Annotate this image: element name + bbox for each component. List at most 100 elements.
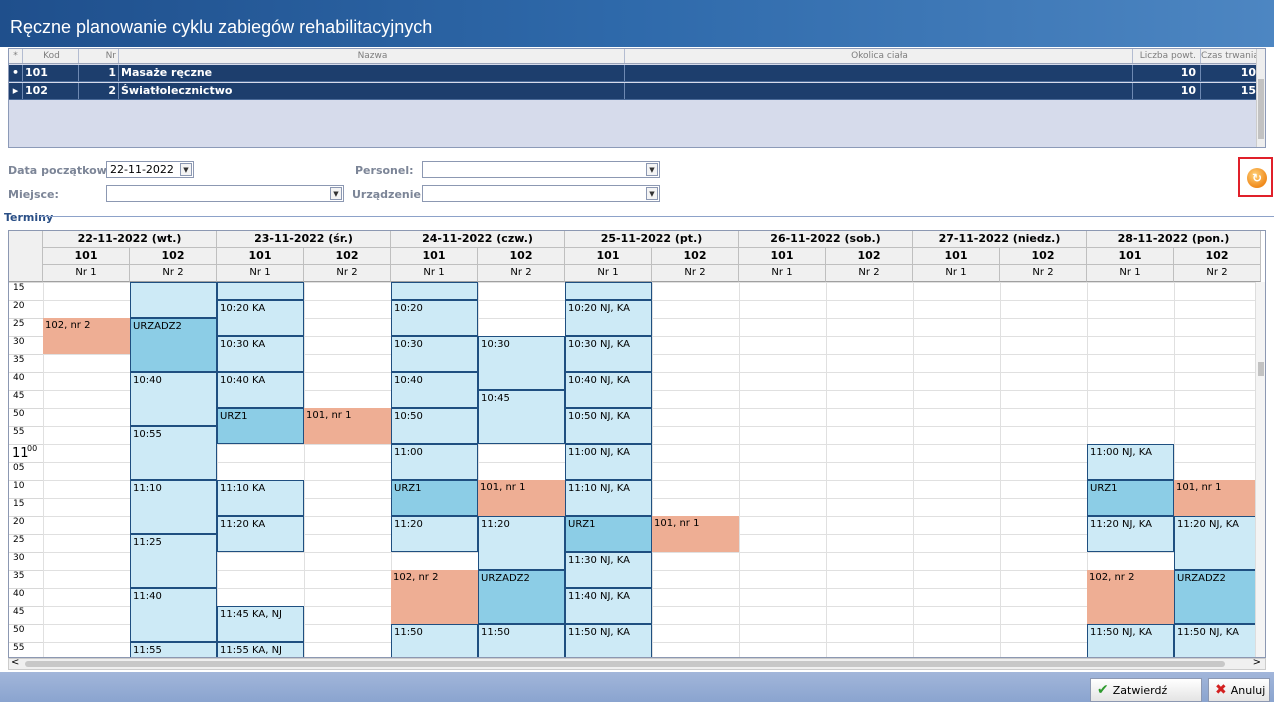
appointment-slot[interactable]: URZADZ2 bbox=[1174, 570, 1261, 624]
appointment-slot[interactable]: 10:30 bbox=[478, 336, 565, 390]
chevron-left-icon[interactable]: < bbox=[11, 657, 19, 668]
appointment-slot[interactable]: URZ1 bbox=[1087, 480, 1174, 516]
appointment-slot[interactable]: URZADZ2 bbox=[478, 570, 565, 624]
appointment-slot[interactable]: 11:50 NJ, KA bbox=[565, 624, 652, 657]
chevron-down-icon[interactable]: ▼ bbox=[646, 163, 658, 176]
appointment-slot[interactable]: 11:20 bbox=[391, 516, 478, 552]
time-label: 20 bbox=[9, 516, 43, 534]
appointment-slot[interactable] bbox=[217, 282, 304, 300]
calendar-horizontal-scrollbar[interactable]: < > bbox=[8, 657, 1266, 670]
appointment-slot[interactable]: URZ1 bbox=[565, 516, 652, 552]
appointment-slot[interactable]: 10:30 KA bbox=[217, 336, 304, 372]
col-header-kod[interactable]: Kod bbox=[23, 49, 79, 63]
col-header-okolica[interactable]: Okolica ciała bbox=[625, 49, 1133, 63]
day-header[interactable]: 25-11-2022 (pt.) bbox=[565, 231, 739, 248]
appointment-slot[interactable]: 10:40 KA bbox=[217, 372, 304, 408]
appointment-slot[interactable]: 11:00 bbox=[391, 444, 478, 480]
appointment-slot[interactable]: 10:20 bbox=[391, 300, 478, 336]
appointment-slot[interactable]: 11:30 NJ, KA bbox=[565, 552, 652, 588]
refresh-icon[interactable]: ↻ bbox=[1247, 168, 1267, 188]
day-header[interactable]: 23-11-2022 (śr.) bbox=[217, 231, 391, 248]
appointment-slot[interactable]: 11:50 bbox=[478, 624, 565, 657]
day-header[interactable]: 28-11-2022 (pon.) bbox=[1087, 231, 1261, 248]
appointment-slot[interactable]: 11:10 KA bbox=[217, 480, 304, 516]
appointment-slot[interactable]: 102, nr 2 bbox=[391, 570, 478, 624]
appointment-slot[interactable]: 11:10 bbox=[130, 480, 217, 534]
appointment-slot[interactable]: URZADZ2 bbox=[130, 318, 217, 372]
appointment-slot[interactable]: 11:00 NJ, KA bbox=[1087, 444, 1174, 480]
column-header-code: 101 bbox=[1087, 248, 1174, 265]
appointment-slot[interactable]: 11:40 bbox=[130, 588, 217, 642]
chevron-down-icon[interactable]: ▼ bbox=[646, 187, 658, 200]
appointment-slot[interactable]: 11:55 KA, NJ bbox=[217, 642, 304, 657]
urzadzenie-select[interactable]: ▼ bbox=[422, 185, 660, 202]
appointment-slot[interactable]: 10:30 bbox=[391, 336, 478, 372]
appointment-slot[interactable]: 10:30 NJ, KA bbox=[565, 336, 652, 372]
appointment-slot[interactable] bbox=[565, 282, 652, 300]
appointment-slot[interactable]: 11:20 NJ, KA bbox=[1174, 516, 1261, 570]
procedures-table[interactable]: * Kod Nr Nazwa Okolica ciała Liczba powt… bbox=[8, 48, 1266, 148]
calendar-vertical-scrollbar[interactable] bbox=[1255, 282, 1265, 657]
appointment-slot[interactable]: 11:50 NJ, KA bbox=[1174, 624, 1261, 657]
day-header[interactable]: 24-11-2022 (czw.) bbox=[391, 231, 565, 248]
table-vertical-scrollbar[interactable] bbox=[1256, 49, 1265, 147]
appointment-slot[interactable]: 11:25 bbox=[130, 534, 217, 588]
column-header-nr: Nr 1 bbox=[739, 265, 826, 282]
appointment-slot[interactable]: 11:50 bbox=[391, 624, 478, 657]
time-label: 50 bbox=[9, 624, 43, 642]
time-label: 40 bbox=[9, 372, 43, 390]
table-row[interactable]: ▸ 102 2 Światłolecznictwo 10 15 bbox=[9, 83, 1265, 100]
appointment-slot[interactable]: 10:50 NJ, KA bbox=[565, 408, 652, 444]
appointment-slot[interactable]: 10:40 bbox=[391, 372, 478, 408]
minute-label: 25 bbox=[13, 319, 25, 329]
day-header[interactable]: 22-11-2022 (wt.) bbox=[43, 231, 217, 248]
appointment-slot[interactable]: 10:20 NJ, KA bbox=[565, 300, 652, 336]
chevron-down-icon[interactable]: ▼ bbox=[180, 163, 192, 176]
appointment-slot[interactable]: URZ1 bbox=[217, 408, 304, 444]
appointment-slot[interactable]: 11:00 NJ, KA bbox=[565, 444, 652, 480]
col-header-nazwa[interactable]: Nazwa bbox=[119, 49, 625, 63]
col-header-czas[interactable]: Czas trwania bbox=[1201, 49, 1259, 63]
cancel-button[interactable]: ✖ Anuluj bbox=[1208, 678, 1270, 702]
appointment-slot[interactable]: 102, nr 2 bbox=[43, 318, 130, 354]
appointment-slot[interactable]: 11:45 KA, NJ bbox=[217, 606, 304, 642]
appointment-slot[interactable]: 10:45 bbox=[478, 390, 565, 444]
appointment-slot[interactable]: 11:40 NJ, KA bbox=[565, 588, 652, 624]
appointment-slot[interactable]: 10:50 bbox=[391, 408, 478, 444]
appointment-slot[interactable]: 10:40 NJ, KA bbox=[565, 372, 652, 408]
miejsce-select[interactable]: ▼ bbox=[106, 185, 344, 202]
appointment-slot[interactable]: 11:20 NJ, KA bbox=[1087, 516, 1174, 552]
col-header-liczba[interactable]: Liczba powt. bbox=[1133, 49, 1201, 63]
day-header[interactable]: 27-11-2022 (niedz.) bbox=[913, 231, 1087, 248]
appointment-slot[interactable]: 11:50 NJ, KA bbox=[1087, 624, 1174, 657]
appointment-slot[interactable]: 101, nr 1 bbox=[478, 480, 565, 516]
grid-column-line bbox=[913, 282, 914, 657]
table-row[interactable]: • 101 1 Masaże ręczne 10 10 bbox=[9, 65, 1265, 82]
time-label: 30 bbox=[9, 336, 43, 354]
col-header-nr[interactable]: Nr bbox=[79, 49, 119, 63]
appointment-slot[interactable]: 101, nr 1 bbox=[652, 516, 739, 552]
chevron-right-icon[interactable]: > bbox=[1253, 657, 1261, 668]
confirm-button[interactable]: ✔ Zatwierdź bbox=[1090, 678, 1202, 702]
appointment-slot[interactable] bbox=[391, 282, 478, 300]
appointment-slot[interactable]: 11:20 KA bbox=[217, 516, 304, 552]
appointment-slot[interactable]: 10:40 bbox=[130, 372, 217, 426]
personel-select[interactable]: ▼ bbox=[422, 161, 660, 178]
day-header[interactable]: 26-11-2022 (sob.) bbox=[739, 231, 913, 248]
appointment-slot[interactable]: URZ1 bbox=[391, 480, 478, 516]
appointment-slot[interactable]: 101, nr 1 bbox=[304, 408, 391, 444]
appointment-slot[interactable]: 10:20 KA bbox=[217, 300, 304, 336]
appointment-slot[interactable]: 10:55 bbox=[130, 426, 217, 480]
appointment-slot[interactable]: 11:10 NJ, KA bbox=[565, 480, 652, 516]
schedule-calendar[interactable]: 22-11-2022 (wt.) 101 Nr 1 102 Nr 2 23-11-2022… bbox=[8, 230, 1266, 658]
minute-label: 30 bbox=[13, 337, 25, 347]
cancel-label: Anuluj bbox=[1230, 684, 1266, 697]
appointment-slot[interactable]: 102, nr 2 bbox=[1087, 570, 1174, 624]
appointment-slot[interactable]: 11:55 bbox=[130, 642, 217, 657]
cell-liczba: 10 bbox=[1133, 65, 1201, 81]
appointment-slot[interactable]: 11:20 bbox=[478, 516, 565, 570]
appointment-slot[interactable]: 101, nr 1 bbox=[1174, 480, 1261, 516]
data-poczatkowa-field[interactable]: 22-11-2022 ▼ bbox=[106, 161, 194, 178]
chevron-down-icon[interactable]: ▼ bbox=[330, 187, 342, 200]
appointment-slot[interactable] bbox=[130, 282, 217, 318]
